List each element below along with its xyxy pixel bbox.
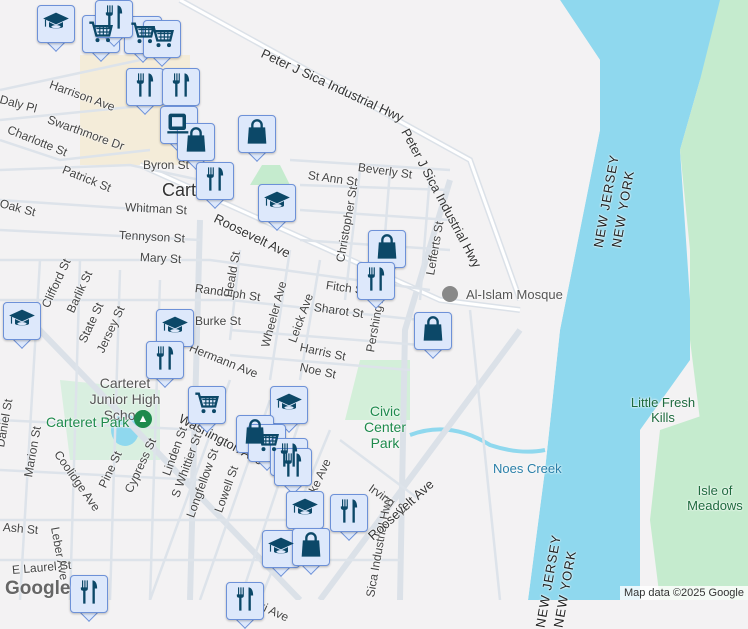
shopping-cart-marker[interactable]	[188, 386, 226, 433]
restaurant-marker[interactable]	[226, 582, 264, 629]
shopping-bag-icon	[373, 233, 401, 266]
school-marker[interactable]	[37, 5, 75, 52]
restaurant-icon	[231, 585, 259, 618]
street-label: Ash St	[2, 520, 39, 538]
restaurant-marker[interactable]	[274, 448, 312, 495]
street-label: Burke St	[195, 314, 242, 328]
restaurant-icon	[151, 344, 179, 377]
school-icon	[8, 305, 36, 338]
school-icon	[267, 533, 295, 566]
mosque-label[interactable]: Al-Islam Mosque	[466, 287, 563, 302]
shopping-bag-marker[interactable]	[414, 312, 452, 359]
school-icon	[275, 389, 303, 422]
restaurant-marker[interactable]	[330, 494, 368, 541]
restaurant-icon	[362, 265, 390, 298]
creek-label: Noes Creek	[493, 461, 562, 476]
civic-park-label[interactable]: Civic Center Park	[355, 403, 415, 451]
mosque-icon	[442, 286, 458, 302]
school-marker[interactable]	[3, 302, 41, 349]
google-logo: Google	[5, 578, 71, 599]
park-label[interactable]: Carteret Park	[46, 414, 129, 430]
shopping-cart-icon	[193, 389, 221, 422]
isle-label: Isle of Meadows	[687, 483, 743, 513]
restaurant-icon	[335, 497, 363, 530]
shopping-bag-marker[interactable]	[238, 115, 276, 162]
restaurant-icon	[75, 578, 103, 611]
restaurant-marker[interactable]	[126, 68, 164, 115]
restaurant-marker[interactable]	[146, 341, 184, 388]
street-label: Mary St	[139, 250, 182, 267]
school-icon	[161, 312, 189, 345]
shopping-bag-icon	[243, 118, 271, 151]
shopping-bag-marker[interactable]	[292, 528, 330, 575]
map-attribution[interactable]: Map data ©2025 Google	[619, 586, 748, 600]
shopping-cart-marker[interactable]	[143, 20, 181, 67]
shopping-bag-icon	[297, 531, 325, 564]
school-marker[interactable]	[258, 184, 296, 231]
shopping-bag-icon	[182, 126, 210, 159]
restaurant-marker[interactable]	[70, 575, 108, 622]
restaurant-icon	[201, 165, 229, 198]
kills-label: Little Fresh Kills	[630, 395, 696, 425]
restaurant-icon	[167, 71, 195, 104]
shopping-bag-icon	[419, 315, 447, 348]
restaurant-marker[interactable]	[357, 262, 395, 309]
green-area	[250, 165, 290, 185]
restaurant-icon	[279, 451, 307, 484]
shopping-cart-icon	[148, 23, 176, 56]
restaurant-marker[interactable]	[196, 162, 234, 209]
school-icon	[263, 187, 291, 220]
restaurant-icon	[131, 71, 159, 104]
tree-icon: ▲	[134, 410, 152, 428]
school-icon	[42, 8, 70, 41]
school-icon	[291, 494, 319, 527]
